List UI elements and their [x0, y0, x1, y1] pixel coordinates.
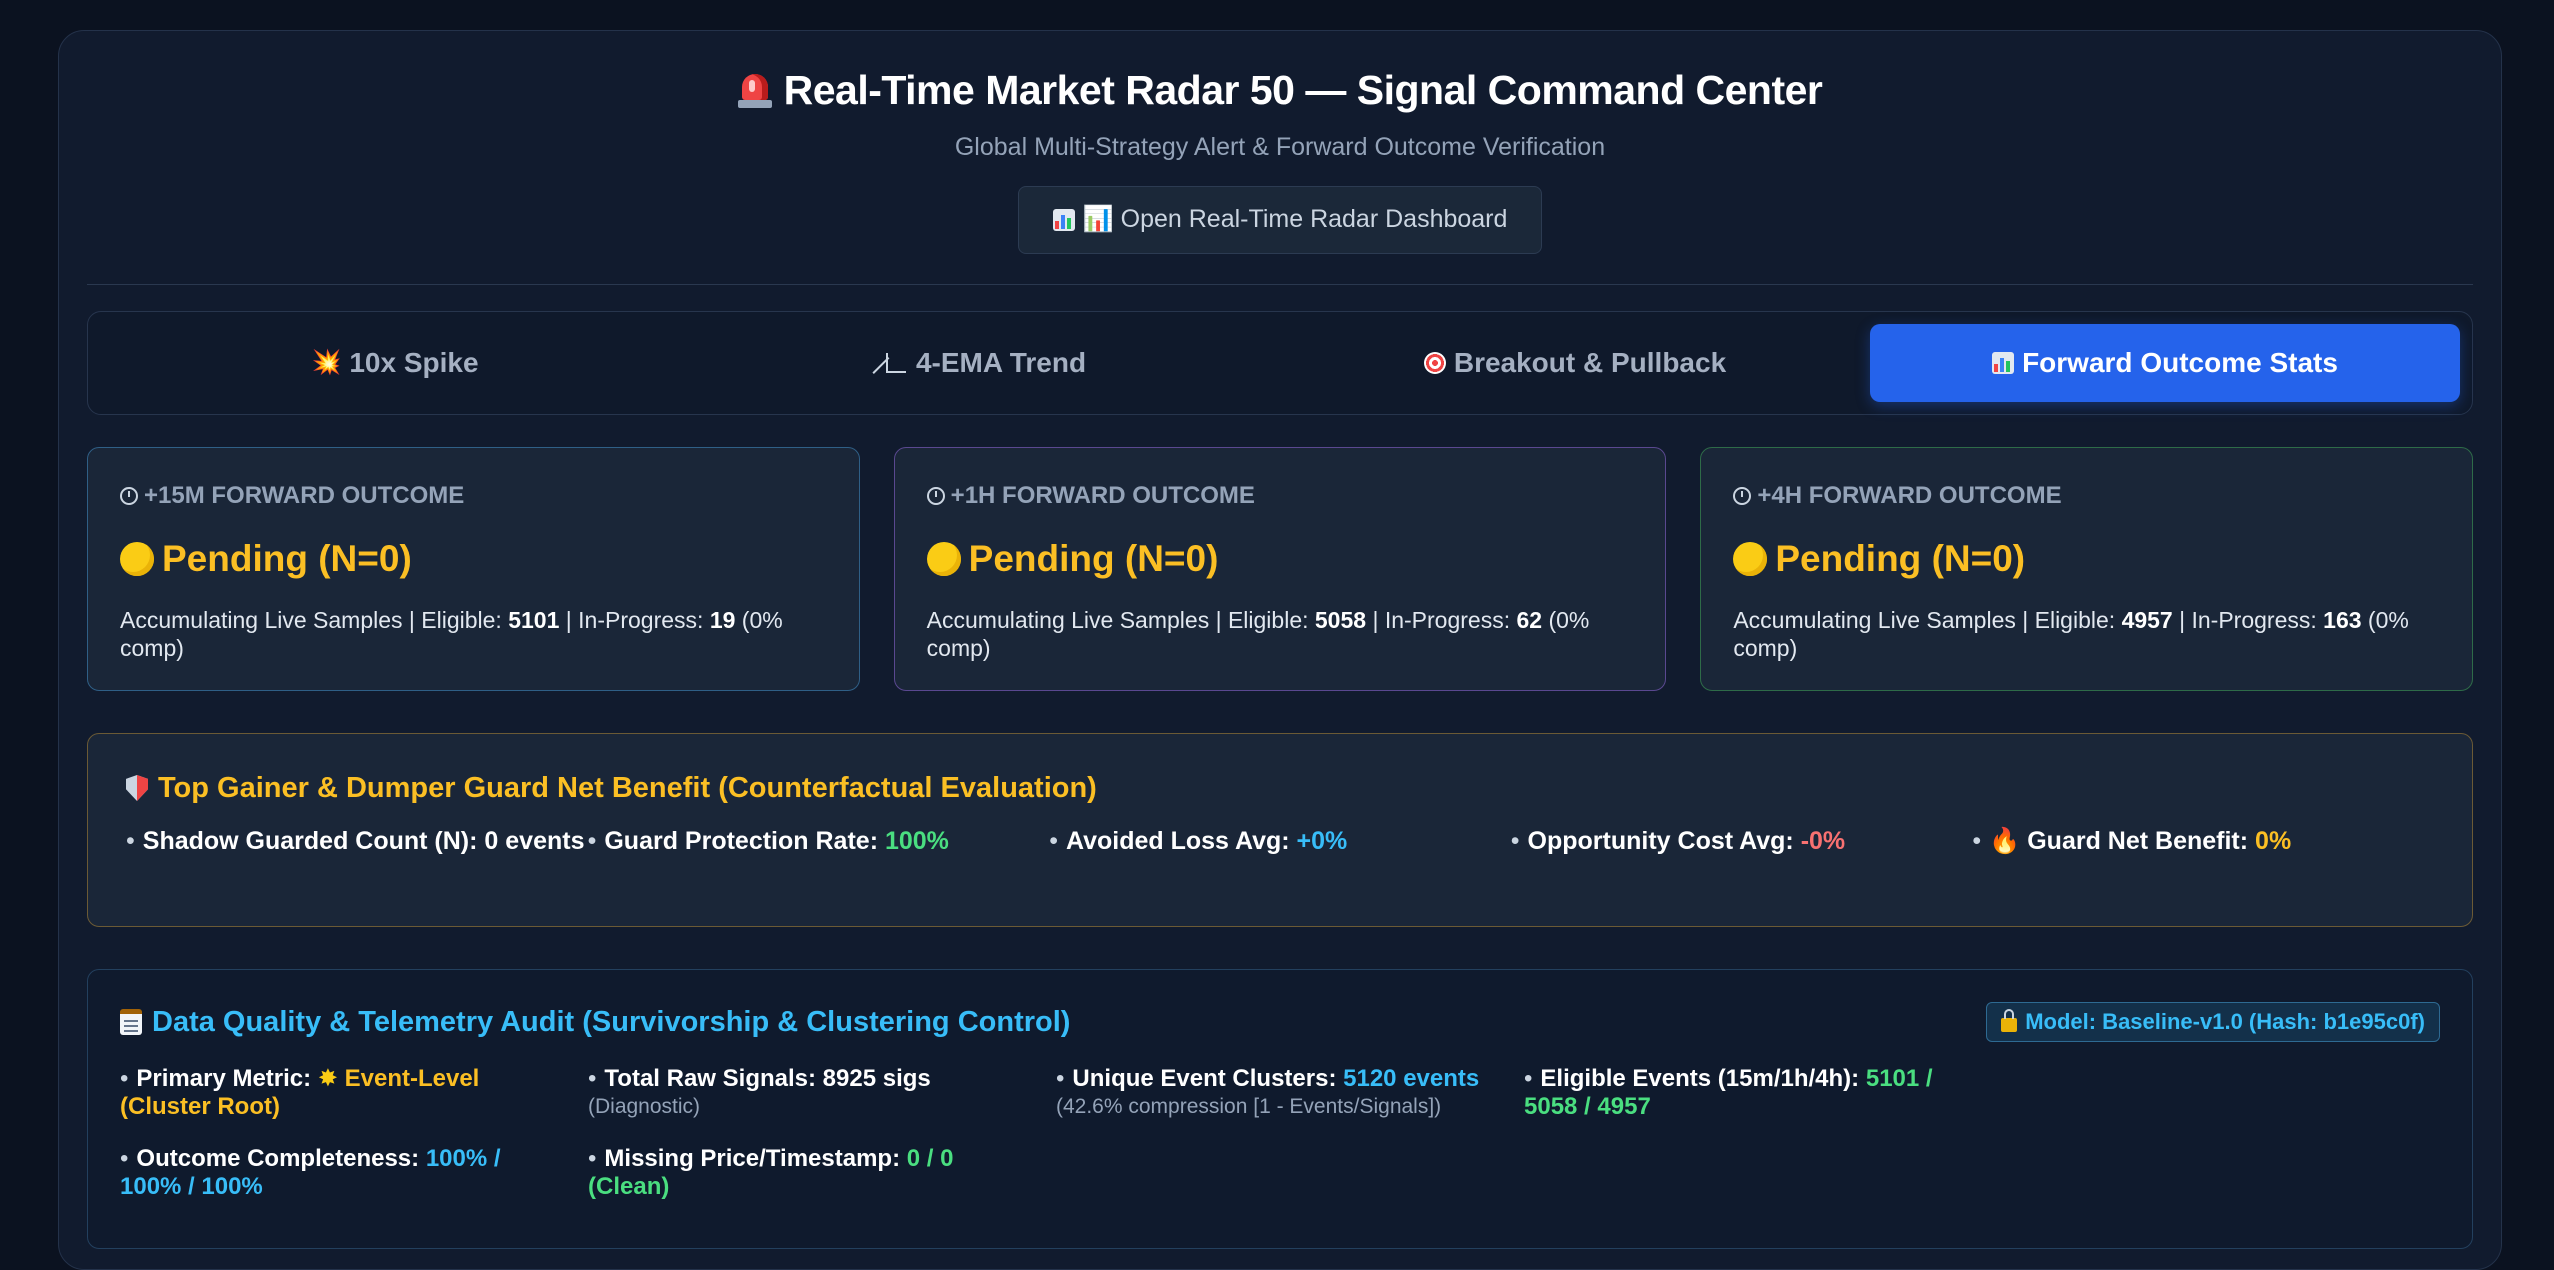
siren-icon — [737, 72, 772, 110]
sparkle-icon: ✸ — [317, 1064, 338, 1092]
outcome-status: Pending (N=0) — [926, 538, 1634, 580]
yellow-circle-icon — [120, 541, 154, 576]
metric-guard-protection-rate: • Guard Protection Rate: 100% — [587, 826, 949, 855]
dq-outcome-completeness: • Outcome Completeness: 100% / 100% / 100… — [120, 1144, 501, 1200]
outcome-detail: Accumulating Live Samples | Eligible: 50… — [926, 606, 1590, 661]
fire-icon: 🔥 — [1989, 826, 2021, 855]
tab-label: 10x Spike — [349, 346, 479, 378]
guard-metrics: • Shadow Guarded Count (N): 0 events • Gua… — [126, 827, 2434, 856]
shield-icon — [126, 775, 148, 801]
open-dashboard-button[interactable]: 📊 Open Real-Time Radar Dashboard — [1017, 185, 1543, 254]
dq-primary-metric: • Primary Metric: ✸ Event-Level (Cluster … — [120, 1064, 480, 1120]
outcome-detail: Accumulating Live Samples | Eligible: 51… — [120, 606, 783, 661]
page-subtitle: Global Multi-Strategy Alert & Forward Ou… — [954, 132, 1606, 161]
divider — [87, 283, 2473, 285]
metric-guard-net-benefit: • 🔥 Guard Net Benefit: 0% — [1972, 826, 2292, 855]
tab-label: 4-EMA Trend — [915, 346, 1087, 378]
forward-outcome-cards: +15M FORWARD OUTCOME Pending (N=0) Accum… — [87, 446, 2474, 691]
dq-eligible-events: • Eligible Events (15m/1h/4h): 5101 / 505… — [1524, 1064, 1933, 1120]
stopwatch-icon — [926, 486, 945, 505]
tab-10x-spike[interactable]: 💥 10x Spike — [100, 324, 690, 402]
outcome-status: Pending (N=0) — [1733, 538, 2440, 580]
guard-net-benefit-panel: Top Gainer & Dumper Guard Net Benefit (C… — [87, 732, 2473, 927]
dq-missing-price-timestamp: • Missing Price/Timestamp: 0 / 0 (Clean) — [588, 1144, 954, 1200]
tab-label: Breakout & Pullback — [1453, 346, 1727, 378]
bar-chart-icon — [1052, 208, 1075, 231]
outcome-card-15m: +15M FORWARD OUTCOME Pending (N=0) Accum… — [87, 446, 860, 691]
dashboard-frame: Real-Time Market Radar 50 — Signal Comma… — [58, 30, 2502, 1270]
lock-icon — [2001, 1008, 2018, 1032]
metric-shadow-guarded-count: • Shadow Guarded Count (N): 0 events — [126, 826, 585, 855]
page-title: Real-Time Market Radar 50 — Signal Comma… — [737, 67, 1823, 114]
clipboard-icon — [120, 1009, 142, 1035]
metric-avoided-loss-avg: • Avoided Loss Avg: +0% — [1049, 826, 1348, 855]
outcome-label: +1H FORWARD OUTCOME — [926, 482, 1634, 510]
dq-unique-event-clusters: • Unique Event Clusters: 5120 events (42.6… — [1056, 1064, 1480, 1118]
data-quality-panel: Data Quality & Telemetry Audit (Survivor… — [87, 968, 2473, 1249]
metric-opportunity-cost-avg: • Opportunity Cost Avg: -0% — [1510, 826, 1846, 855]
target-icon — [1423, 351, 1446, 374]
bar-chart-icon — [1992, 351, 2015, 374]
tab-label: Forward Outcome Stats — [2022, 346, 2338, 378]
dq-total-raw-signals: • Total Raw Signals: 8925 sigs (Diagnostic… — [588, 1064, 931, 1118]
header: Real-Time Market Radar 50 — Signal Comma… — [59, 31, 2501, 254]
page-title-text: Real-Time Market Radar 50 — Signal Comma… — [783, 67, 1823, 113]
tab-4-ema-trend[interactable]: 4-EMA Trend — [690, 324, 1280, 402]
tab-forward-outcome-stats[interactable]: Forward Outcome Stats — [1870, 323, 2460, 402]
strategy-tabs: 💥 10x Spike 4-EMA Trend Breakout & Pullb… — [87, 310, 2473, 415]
yellow-circle-icon — [926, 541, 961, 576]
outcome-label: +4H FORWARD OUTCOME — [1733, 482, 2440, 510]
data-quality-grid: • Primary Metric: ✸ Event-Level (Cluster … — [120, 1065, 2440, 1225]
open-dashboard-label: 📊 Open Real-Time Radar Dashboard — [1082, 205, 1508, 233]
collision-icon: 💥 — [311, 348, 342, 376]
outcome-detail: Accumulating Live Samples | Eligible: 49… — [1733, 606, 2409, 661]
outcome-card-4h: +4H FORWARD OUTCOME Pending (N=0) Accumu… — [1700, 446, 2474, 691]
triangle-ruler-icon — [884, 351, 908, 375]
tab-breakout-pullback[interactable]: Breakout & Pullback — [1280, 324, 1870, 402]
outcome-status: Pending (N=0) — [120, 538, 827, 580]
outcome-card-1h: +1H FORWARD OUTCOME Pending (N=0) Accumu… — [893, 446, 1667, 691]
model-badge: Model: Baseline-v1.0 (Hash: b1e95c0f) — [1986, 1001, 2440, 1042]
yellow-circle-icon — [1733, 541, 1768, 576]
stopwatch-icon — [120, 486, 138, 505]
stopwatch-icon — [1733, 486, 1752, 505]
outcome-label: +15M FORWARD OUTCOME — [120, 482, 827, 510]
guard-title: Top Gainer & Dumper Guard Net Benefit (C… — [126, 772, 2434, 805]
